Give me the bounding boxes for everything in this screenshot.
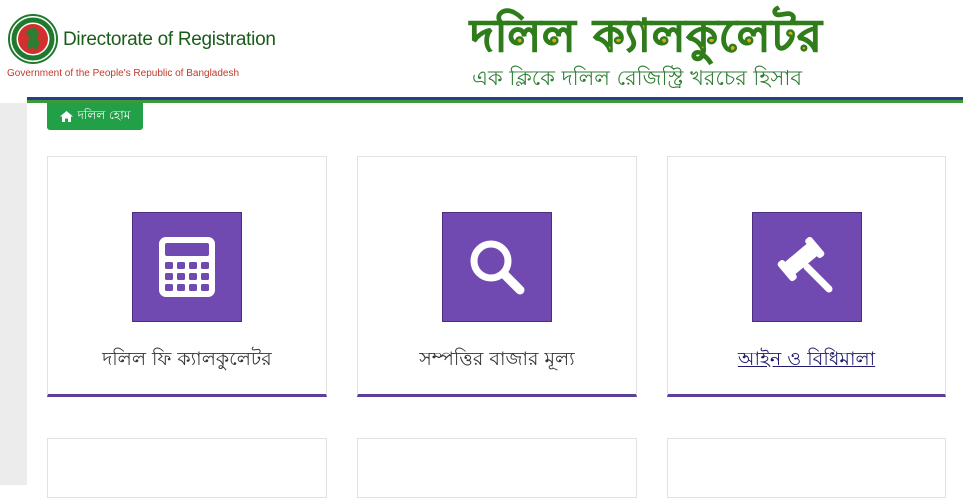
app-subtitle: এক ক্লিকে দলিল রেজিস্ট্রি খরচের হিসাব (472, 66, 803, 90)
search-icon (470, 240, 525, 295)
laws-and-rules-icon-box (751, 212, 862, 322)
deed-fee-calculator-label: দলিল ফি ক্যালকুলেটর (102, 348, 272, 370)
deed-fee-calculator-card[interactable]: দলিল ফি ক্যালকুলেটর (47, 156, 327, 397)
org-name: Directorate of Registration (63, 29, 276, 50)
property-market-value-card[interactable]: সম্পত্তির বাজার মূল্য (357, 156, 637, 397)
left-margin-strip (0, 103, 27, 485)
laws-and-rules-card[interactable]: আইন ও বিধিমালা (667, 156, 946, 397)
home-button-label: দলিল হোম (77, 107, 131, 122)
deed-fee-calculator-icon-box (132, 212, 242, 322)
calculator-icon (159, 237, 215, 297)
government-name: Government of the People's Republic of B… (7, 68, 240, 79)
site-header: Directorate of Registration Government o… (0, 0, 963, 97)
government-emblem-logo (8, 14, 58, 64)
home-button[interactable]: দলিল হোম (47, 103, 143, 130)
home-icon (59, 111, 73, 122)
gavel-icon (777, 237, 832, 293)
property-market-value-label: সম্পত্তির বাজার মূল্য (419, 348, 575, 370)
card-row2-3[interactable] (667, 438, 946, 498)
header-divider-green (27, 100, 963, 103)
card-row2-1[interactable] (47, 438, 327, 498)
card-row2-2[interactable] (357, 438, 637, 498)
laws-and-rules-link[interactable]: আইন ও বিধিমালা (668, 345, 945, 377)
property-market-value-icon-box (442, 212, 552, 322)
